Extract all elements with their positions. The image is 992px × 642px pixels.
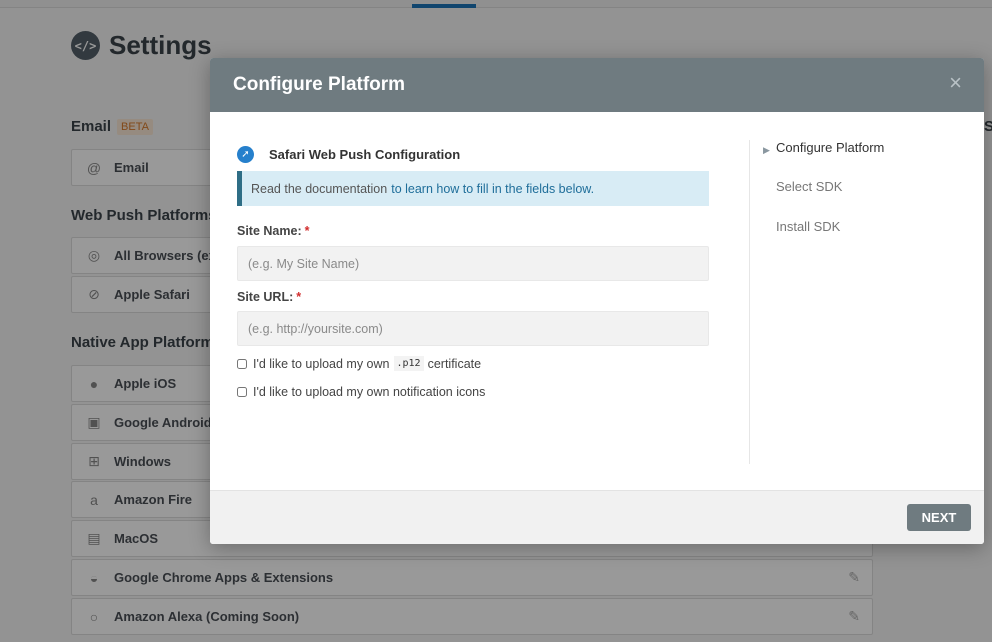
modal-title: Configure Platform (233, 74, 406, 95)
modal-header: Configure Platform × (210, 58, 984, 112)
upload-certificate-suffix: certificate (427, 356, 482, 371)
documentation-info-box: Read the documentation to learn how to f… (237, 171, 709, 206)
safari-compass-icon: ➚ (237, 146, 254, 163)
upload-icons-checkbox[interactable] (237, 387, 247, 397)
modal-footer: NEXT (210, 490, 984, 544)
platform-heading: ➚ Safari Web Push Configuration (237, 146, 460, 163)
documentation-link[interactable]: to learn how to fill in the fields below… (391, 182, 594, 196)
required-marker: * (304, 224, 310, 238)
step-select-sdk[interactable]: Select SDK (776, 179, 842, 194)
site-url-input[interactable] (237, 311, 709, 346)
upload-certificate-checkbox[interactable] (237, 358, 247, 369)
wizard-steps: ▶ Configure Platform Select SDK Install … (749, 140, 979, 464)
upload-icons-option[interactable]: I'd like to upload my own notification i… (237, 385, 485, 399)
upload-certificate-prefix: I'd like to upload my own (253, 356, 390, 371)
info-text: Read the documentation (251, 181, 388, 196)
upload-icons-label: I'd like to upload my own notification i… (253, 385, 486, 399)
next-button[interactable]: NEXT (907, 504, 971, 531)
site-name-label: Site Name: * (237, 224, 309, 238)
platform-title: Safari Web Push Configuration (269, 147, 461, 162)
active-step-arrow-icon: ▶ (763, 145, 770, 155)
site-url-label: Site URL: * (237, 290, 301, 304)
site-url-label-text: Site URL: (237, 290, 294, 304)
upload-certificate-option[interactable]: I'd like to upload my own .p12 certifica… (237, 356, 481, 371)
site-name-label-text: Site Name: (237, 224, 302, 238)
required-marker: * (296, 290, 302, 304)
step-install-sdk[interactable]: Install SDK (776, 219, 840, 234)
step-configure-platform[interactable]: Configure Platform (776, 140, 884, 155)
configure-platform-modal: Configure Platform × ➚ Safari Web Push C… (210, 58, 984, 544)
close-icon[interactable]: × (949, 72, 962, 94)
p12-code-label: .p12 (393, 356, 424, 371)
site-name-input[interactable] (237, 246, 709, 281)
modal-body: ➚ Safari Web Push Configuration Read the… (210, 112, 984, 490)
